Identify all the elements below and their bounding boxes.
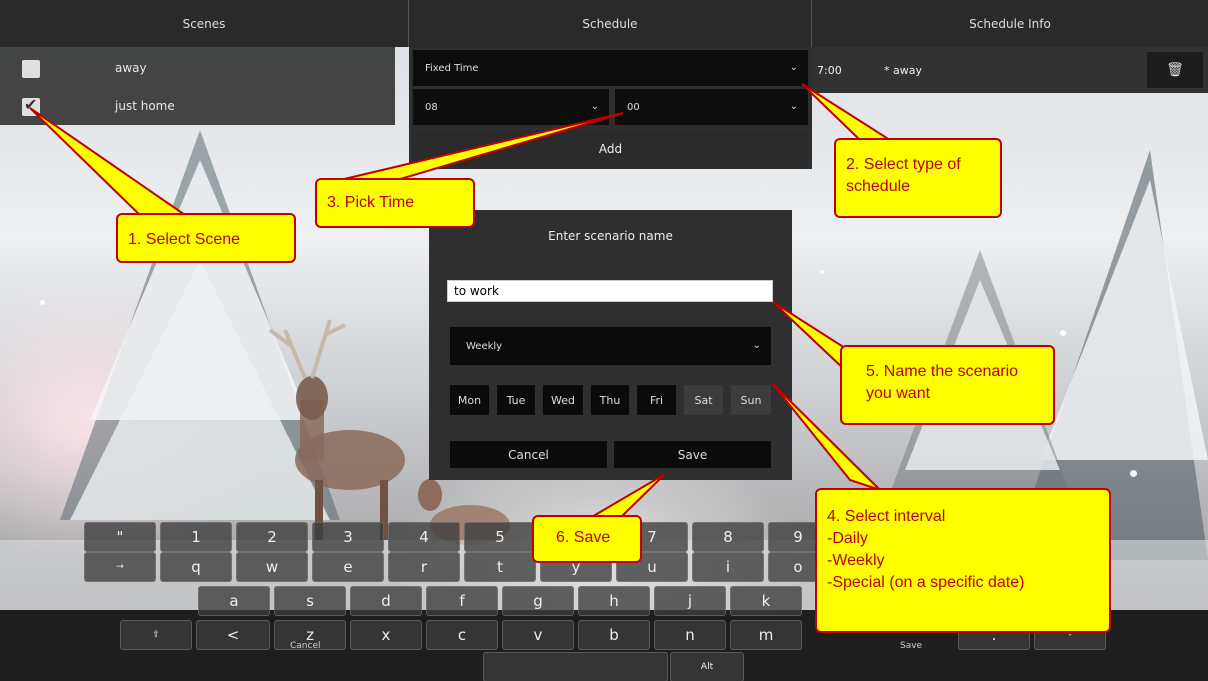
callout-select-scene: 1. Select Scene bbox=[116, 213, 296, 263]
callout-select-type: 2. Select type of schedule bbox=[834, 138, 1002, 218]
arrow-name-scenario bbox=[772, 301, 846, 373]
arrow-pick-time bbox=[339, 112, 624, 187]
callout-pick-time: 3. Pick Time bbox=[315, 178, 475, 228]
stage: Scenes Schedule Schedule Info away ✔ jus… bbox=[0, 0, 1208, 681]
arrow-select-type bbox=[801, 83, 894, 141]
arrow-save bbox=[586, 473, 666, 519]
arrow-select-scene bbox=[29, 107, 188, 222]
callout-select-interval: 4. Select interval -Daily -Weekly -Speci… bbox=[815, 488, 1111, 633]
callout-save: 6. Save bbox=[532, 515, 642, 563]
callout-name-scenario: 5. Name the scenario you want bbox=[840, 345, 1055, 425]
